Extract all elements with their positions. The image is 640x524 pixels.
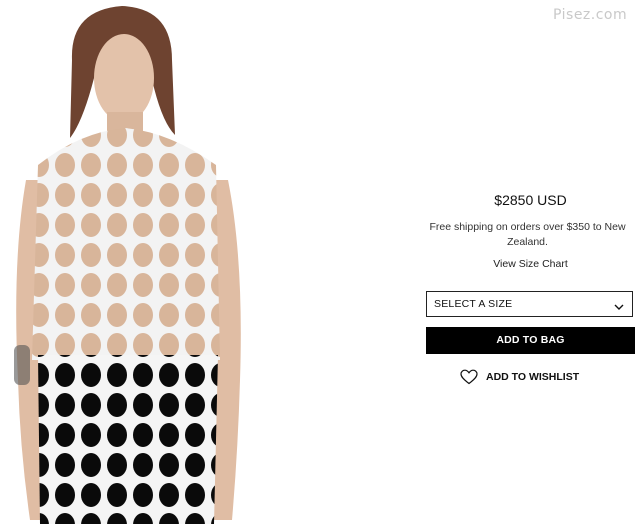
product-photo <box>14 6 241 524</box>
product-image[interactable] <box>0 0 255 524</box>
shipping-line-1: Free shipping on orders over $350 to New <box>429 221 626 233</box>
size-chart-link[interactable]: View Size Chart <box>426 258 635 270</box>
product-panel: $2850 USD Free shipping on orders over $… <box>426 0 635 524</box>
shipping-line-2: Zealand. <box>507 236 548 248</box>
size-select-value: SELECT A SIZE <box>434 298 513 310</box>
shipping-note: Free shipping on orders over $350 to New… <box>423 220 632 250</box>
size-select[interactable]: SELECT A SIZE <box>426 291 633 317</box>
add-to-wishlist-label: ADD TO WISHLIST <box>486 371 580 383</box>
price: $2850 USD <box>494 192 567 208</box>
chevron-down-icon <box>614 299 624 317</box>
heart-icon <box>460 369 478 390</box>
add-to-bag-button[interactable]: ADD TO BAG <box>426 327 635 354</box>
